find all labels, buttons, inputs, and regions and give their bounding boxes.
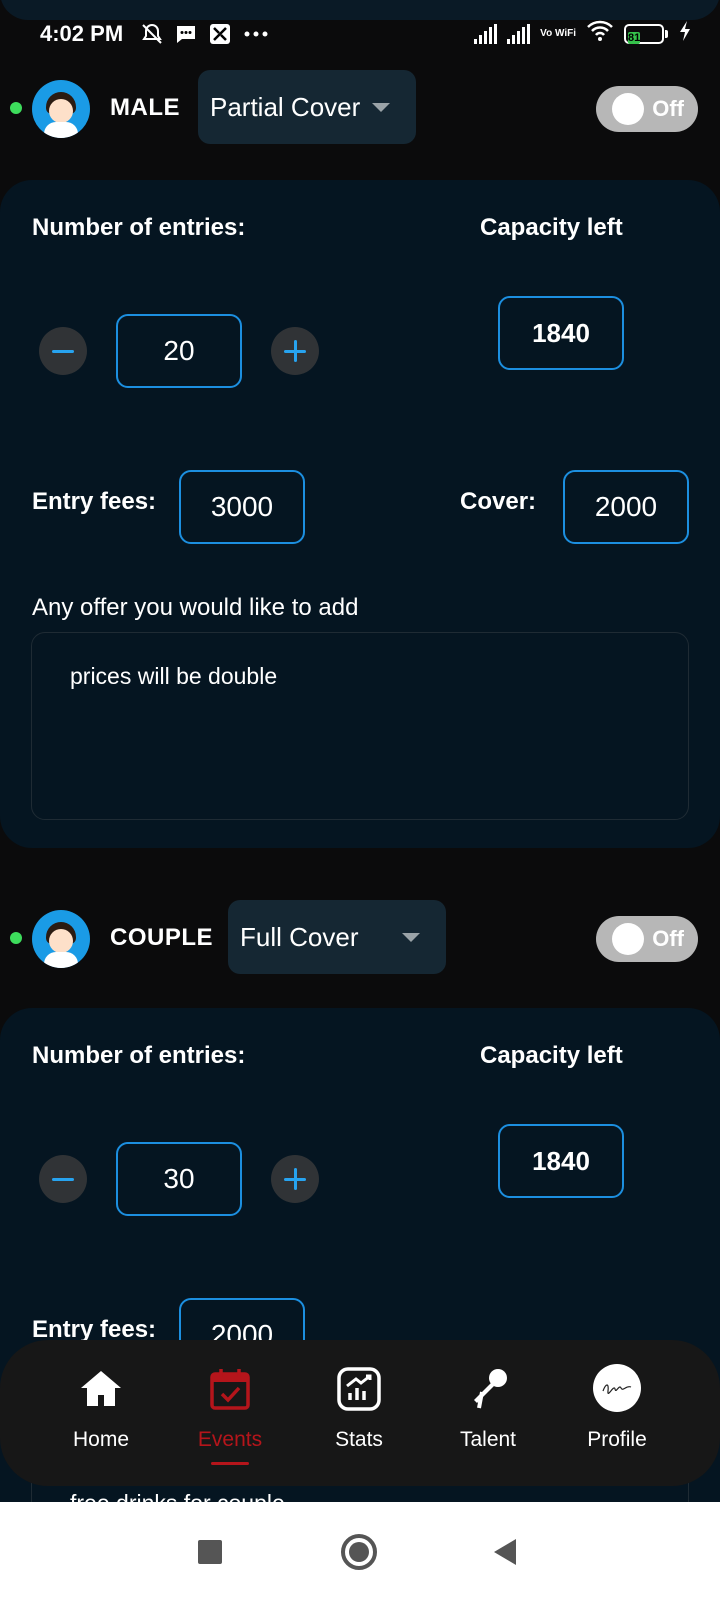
microphone-icon bbox=[474, 1369, 507, 1409]
entry-fees-label: Entry fees: bbox=[32, 488, 157, 515]
offer-textarea[interactable]: prices will be double bbox=[31, 632, 689, 820]
app-icon bbox=[208, 22, 232, 52]
status-time: 4:02 PM bbox=[40, 21, 124, 46]
signal-icon bbox=[474, 23, 498, 44]
battery-icon: 81 bbox=[624, 23, 668, 44]
cover-label: Cover: bbox=[460, 488, 537, 515]
home-icon bbox=[81, 1371, 121, 1406]
capacity-value: 1840 bbox=[498, 1124, 624, 1198]
section-header-male: MALE Partial Cover Off bbox=[0, 70, 720, 146]
minus-icon bbox=[52, 1177, 74, 1181]
battery-level: 81 bbox=[628, 31, 641, 44]
entries-input[interactable]: 30 bbox=[116, 1142, 242, 1216]
entries-input[interactable]: 20 bbox=[116, 314, 242, 388]
decrement-button[interactable] bbox=[39, 327, 87, 375]
status-bar: 4:02 PM Vo WiFi 81 bbox=[0, 0, 720, 70]
chevron-down-icon bbox=[402, 933, 420, 942]
toggle-label: Off bbox=[652, 96, 684, 121]
cover-type-dropdown[interactable]: Full Cover bbox=[228, 900, 446, 974]
system-navigation-bar bbox=[0, 1502, 720, 1600]
cover-type-value: Full Cover bbox=[240, 921, 359, 952]
active-indicator bbox=[211, 1462, 249, 1465]
toggle-knob bbox=[612, 923, 644, 955]
capacity-value: 1840 bbox=[498, 296, 624, 370]
nav-home[interactable]: Home bbox=[41, 1340, 161, 1486]
vowifi-label: Vo WiFi bbox=[540, 27, 576, 39]
online-status-dot bbox=[10, 932, 22, 944]
entries-label: Number of entries: bbox=[32, 214, 246, 241]
offer-label: Any offer you would like to add bbox=[32, 594, 359, 621]
cover-type-value: Partial Cover bbox=[210, 91, 361, 122]
nav-label: Stats bbox=[335, 1428, 383, 1451]
status-system-icons: Vo WiFi 81 bbox=[474, 20, 692, 47]
nav-label: Talent bbox=[459, 1428, 517, 1451]
avatar bbox=[32, 910, 90, 968]
decrement-button[interactable] bbox=[39, 1155, 87, 1203]
nav-label: Home bbox=[72, 1428, 130, 1451]
chevron-down-icon bbox=[372, 103, 390, 112]
stats-icon bbox=[337, 1367, 381, 1411]
calendar-icon bbox=[210, 1369, 250, 1410]
nav-label: Profile bbox=[587, 1428, 647, 1451]
entry-fees-input[interactable]: 3000 bbox=[179, 470, 305, 544]
cover-type-dropdown[interactable]: Partial Cover bbox=[198, 70, 416, 144]
category-label: COUPLE bbox=[110, 924, 214, 951]
minus-icon bbox=[52, 349, 74, 353]
toggle-label: Off bbox=[652, 926, 684, 951]
increment-button[interactable] bbox=[271, 327, 319, 375]
increment-button[interactable] bbox=[271, 1155, 319, 1203]
home-button[interactable] bbox=[341, 1534, 377, 1570]
category-label: MALE bbox=[110, 94, 180, 121]
capacity-label: Capacity left bbox=[480, 214, 623, 241]
nav-profile[interactable]: Profile bbox=[557, 1340, 677, 1486]
entries-label: Number of entries: bbox=[32, 1042, 246, 1069]
more-icon bbox=[242, 22, 270, 52]
status-notification-icons bbox=[140, 22, 270, 52]
mute-icon bbox=[140, 22, 164, 52]
online-status-dot bbox=[10, 102, 22, 114]
recent-apps-button[interactable] bbox=[198, 1540, 222, 1564]
profile-avatar bbox=[593, 1364, 641, 1412]
signal-icon bbox=[507, 23, 531, 44]
bottom-navigation: Home Events Stats Talent Profile bbox=[0, 1340, 720, 1486]
capacity-label: Capacity left bbox=[480, 1042, 623, 1069]
cover-input[interactable]: 2000 bbox=[563, 470, 689, 544]
male-entry-card: Number of entries: Capacity left 20 1840… bbox=[0, 180, 720, 848]
toggle-knob bbox=[612, 93, 644, 125]
avatar bbox=[32, 80, 90, 138]
section-toggle[interactable]: Off bbox=[596, 86, 698, 132]
charging-icon bbox=[678, 20, 692, 47]
nav-label: Events bbox=[197, 1428, 263, 1451]
offer-text: prices will be double bbox=[70, 663, 278, 689]
message-icon bbox=[174, 22, 198, 52]
nav-events[interactable]: Events bbox=[170, 1340, 290, 1486]
back-button[interactable] bbox=[494, 1539, 516, 1565]
nav-talent[interactable]: Talent bbox=[428, 1340, 548, 1486]
nav-stats[interactable]: Stats bbox=[299, 1340, 419, 1486]
section-toggle[interactable]: Off bbox=[596, 916, 698, 962]
wifi-icon bbox=[586, 20, 614, 47]
section-header-couple: COUPLE Full Cover Off bbox=[0, 900, 720, 976]
